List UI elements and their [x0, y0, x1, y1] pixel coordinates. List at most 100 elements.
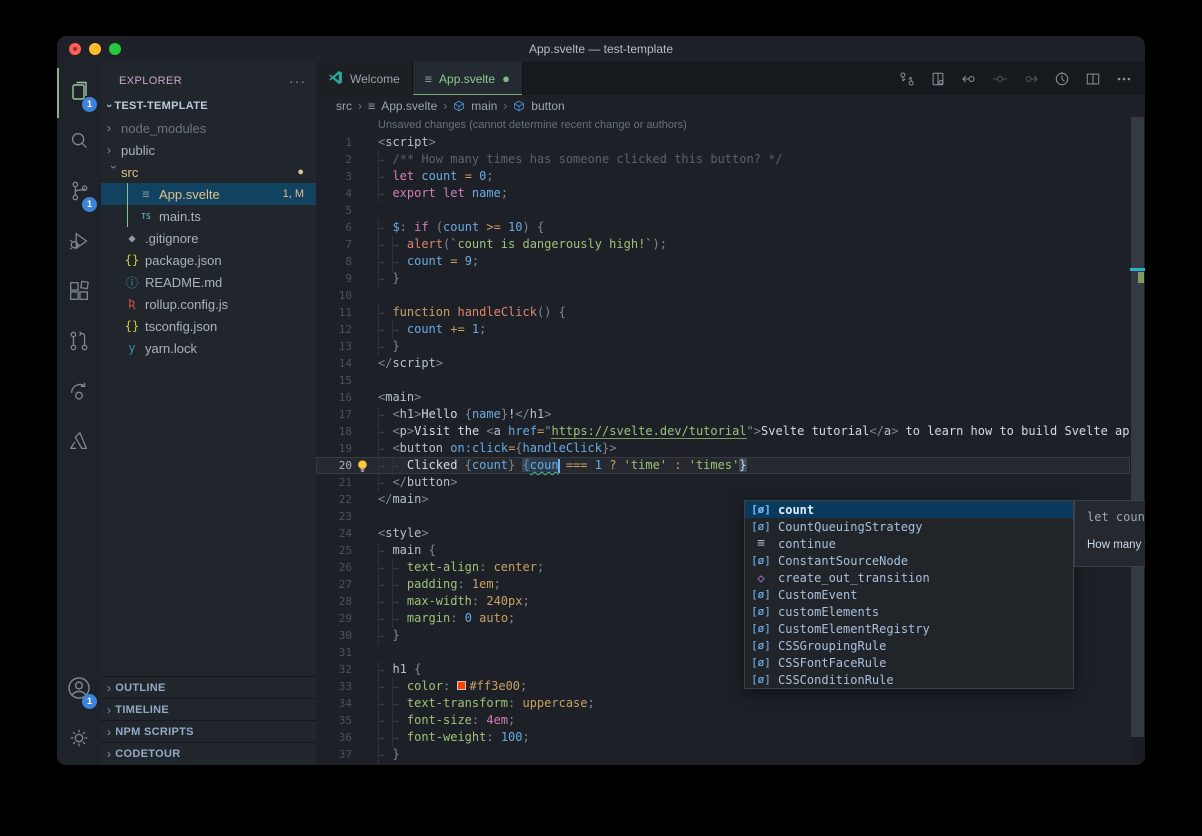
line-number: 12	[316, 321, 352, 338]
code-line-17[interactable]: 17<h1>Hello {name}!</h1>	[316, 406, 1130, 423]
code-line-19[interactable]: 19<button on:click={handleClick}>	[316, 440, 1130, 457]
code-line-2[interactable]: 2/** How many times has someone clicked …	[316, 151, 1130, 168]
line-number: 19	[316, 440, 352, 457]
suggestion-customElements[interactable]: [ø]customElements	[745, 603, 1073, 620]
tree-item-label: tsconfig.json	[145, 319, 217, 334]
activity-item-settings[interactable]	[57, 715, 101, 765]
suggestion-CSSGroupingRule[interactable]: [ø]CSSGroupingRule	[745, 637, 1073, 654]
suggestion-count[interactable]: [ø]count	[745, 501, 1073, 518]
line-number: 24	[316, 525, 352, 542]
line-content: </main>	[378, 491, 429, 508]
code-line-6[interactable]: 6$: if (count >= 10) {	[316, 219, 1130, 236]
code-line-11[interactable]: 11function handleClick() {	[316, 304, 1130, 321]
code-line-4[interactable]: 4export let name;	[316, 185, 1130, 202]
tree-item-.gitignore[interactable]: ◆.gitignore	[101, 227, 316, 249]
activity-item-source-control[interactable]: 1	[57, 168, 101, 218]
tree-item-tsconfig.json[interactable]: {}tsconfig.json	[101, 315, 316, 337]
tree-item-package.json[interactable]: {}package.json	[101, 249, 316, 271]
suggestion-CSSFontFaceRule[interactable]: [ø]CSSFontFaceRule	[745, 654, 1073, 671]
breadcrumb-item[interactable]: button	[531, 99, 564, 113]
vscode-window: App.svelte — test-template 111 EXPLORER …	[57, 36, 1145, 765]
tree-item-node_modules[interactable]: ›node_modules	[101, 117, 316, 139]
code-line-9[interactable]: 9}	[316, 270, 1130, 287]
more-actions-icon[interactable]	[1113, 68, 1135, 90]
breadcrumb-separator: ›	[443, 99, 447, 113]
suggestion-CustomElementRegistry[interactable]: [ø]CustomElementRegistry	[745, 620, 1073, 637]
suggestion-CSSConditionRule[interactable]: [ø]CSSConditionRule	[745, 671, 1073, 688]
section-outline[interactable]: ›OUTLINE	[101, 676, 316, 698]
section-npm-scripts[interactable]: ›NPM SCRIPTS	[101, 720, 316, 742]
section-timeline[interactable]: ›TIMELINE	[101, 698, 316, 720]
line-content: <main>	[378, 389, 421, 406]
tree-item-public[interactable]: ›public	[101, 139, 316, 161]
code-line-14[interactable]: 14</script>	[316, 355, 1130, 372]
code-line-8[interactable]: 8count = 9;	[316, 253, 1130, 270]
suggestion-CountQueuingStrategy[interactable]: [ø]CountQueuingStrategy	[745, 518, 1073, 535]
code-line-10[interactable]: 10	[316, 287, 1130, 304]
line-number: 34	[316, 695, 352, 712]
editor-scrollbar[interactable]	[1130, 117, 1145, 765]
split-editor-icon[interactable]	[1082, 68, 1104, 90]
line-number: 13	[316, 338, 352, 355]
line-content: let count = 0;	[378, 168, 494, 185]
tree-item-src[interactable]: ›src●	[101, 161, 316, 183]
code-line-36[interactable]: 36font-weight: 100;	[316, 729, 1130, 746]
breadcrumb-item[interactable]: main	[471, 99, 497, 113]
activity-item-explorer[interactable]: 1	[57, 68, 101, 118]
code-line-34[interactable]: 34text-transform: uppercase;	[316, 695, 1130, 712]
activity-item-live-share[interactable]	[57, 368, 101, 418]
line-content: /** How many times has someone clicked t…	[378, 151, 783, 168]
code-line-16[interactable]: 16<main>	[316, 389, 1130, 406]
code-line-37[interactable]: 37}	[316, 746, 1130, 763]
activity-item-github-pull-requests[interactable]	[57, 318, 101, 368]
tree-item-main.ts[interactable]: TSmain.ts	[101, 205, 316, 227]
title-bar[interactable]: App.svelte — test-template	[57, 36, 1145, 62]
tree-item-rollup.config.js[interactable]: Ʀrollup.config.js	[101, 293, 316, 315]
code-line-3[interactable]: 3let count = 0;	[316, 168, 1130, 185]
tab-app-svelte[interactable]: ≡App.svelte●	[413, 62, 523, 95]
line-content: <script>	[378, 134, 436, 151]
code-line-13[interactable]: 13}	[316, 338, 1130, 355]
suggestion-CustomEvent[interactable]: [ø]CustomEvent	[745, 586, 1073, 603]
previous-change-icon[interactable]	[958, 68, 980, 90]
more-actions-icon[interactable]: ···	[289, 73, 306, 89]
extensions-icon	[67, 279, 91, 308]
suggestion-create_out_transition[interactable]: ◇create_out_transition	[745, 569, 1073, 586]
breadcrumb-item[interactable]: src	[336, 99, 352, 113]
code-line-7[interactable]: 7alert(`count is dangerously high!`);	[316, 236, 1130, 253]
suggestion-ConstantSourceNode[interactable]: [ø]ConstantSourceNode	[745, 552, 1073, 569]
code-line-15[interactable]: 15	[316, 372, 1130, 389]
file-history-icon[interactable]	[1051, 68, 1073, 90]
activity-item-run-and-debug[interactable]	[57, 218, 101, 268]
gitlens-graph-icon[interactable]	[896, 68, 918, 90]
code-line-18[interactable]: 18<p>Visit the <a href="https://svelte.d…	[316, 423, 1130, 440]
activity-item-extensions[interactable]	[57, 268, 101, 318]
open-changes-icon[interactable]	[927, 68, 949, 90]
tree-item-App.svelte[interactable]: ≡App.svelte1, M	[101, 183, 316, 205]
breadcrumb-item[interactable]: App.svelte	[381, 99, 437, 113]
activity-item-azure[interactable]	[57, 418, 101, 468]
tree-item-badge: 1, M	[283, 188, 304, 200]
gitlens-annotation: Unsaved changes (cannot determine recent…	[378, 117, 1130, 134]
code-line-12[interactable]: 12count += 1;	[316, 321, 1130, 338]
code-line-21[interactable]: 21</button>	[316, 474, 1130, 491]
activity-bar: 1 1 1	[57, 62, 101, 765]
symbol-variable-icon: [ø]	[749, 554, 773, 567]
editor-toolbar	[896, 62, 1135, 95]
current-change-icon[interactable]	[989, 68, 1011, 90]
tree-root-folder[interactable]: › TEST-TEMPLATE	[101, 95, 316, 117]
tree-item-yarn.lock[interactable]: yyarn.lock	[101, 337, 316, 359]
next-change-icon[interactable]	[1020, 68, 1042, 90]
code-line-5[interactable]: 5	[316, 202, 1130, 219]
section-codetour[interactable]: ›CODETOUR	[101, 742, 316, 764]
code-line-35[interactable]: 35font-size: 4em;	[316, 712, 1130, 729]
tree-item-README.md[interactable]: ⓘREADME.md	[101, 271, 316, 293]
code-line-20[interactable]: 20Clicked {count} {coun === 1 ? 'time' :…	[316, 457, 1130, 474]
activity-item-search[interactable]	[57, 118, 101, 168]
tab-welcome[interactable]: Welcome	[316, 62, 413, 95]
code-line-1[interactable]: 1<script>	[316, 134, 1130, 151]
activity-item-accounts[interactable]: 1	[57, 665, 101, 715]
suggestion-continue[interactable]: ≡continue	[745, 535, 1073, 552]
tab-label: App.svelte	[439, 72, 495, 86]
scrollbar-thumb[interactable]	[1131, 117, 1144, 737]
